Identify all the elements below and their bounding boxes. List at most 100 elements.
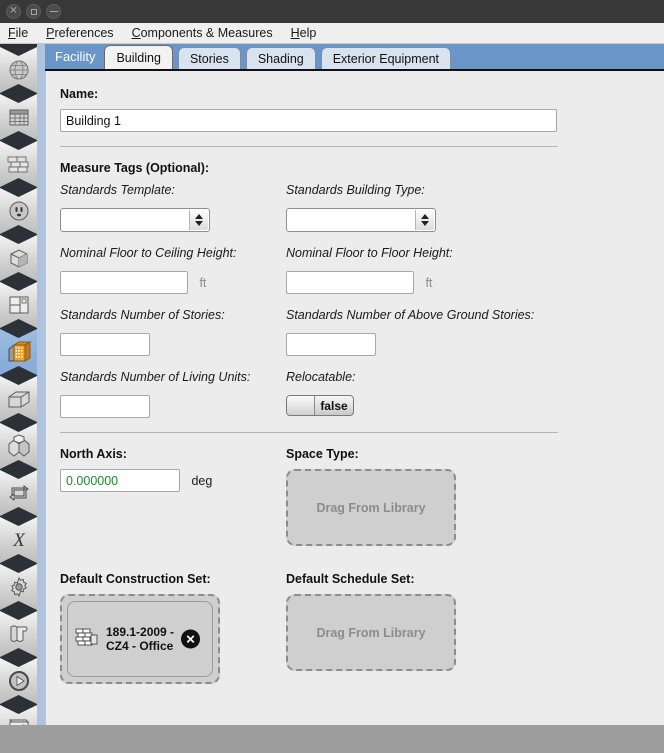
sidebar-item-thermal-zones[interactable] [0, 423, 37, 469]
svg-text:X: X [12, 530, 26, 551]
row-height-inputs: ft ft [60, 271, 664, 294]
standards-building-type-select[interactable] [286, 208, 436, 232]
minimize-window-button[interactable] [46, 4, 61, 19]
sidebar-item-results-summary[interactable] [0, 705, 37, 725]
row-standards-combos [60, 208, 664, 232]
sidebar-item-site[interactable] [0, 47, 37, 93]
sidebar-item-space-types[interactable] [0, 235, 37, 281]
tab-group-label: Facility [55, 49, 96, 64]
menu-help-label: elp [299, 26, 317, 40]
cube-group-icon [6, 434, 32, 458]
maximize-icon [30, 8, 37, 15]
construction-set-card-name: 189.1-2009 - CZ4 - Office [106, 625, 175, 653]
title-bar: ✕ [0, 0, 664, 23]
num-living-units-input[interactable] [60, 395, 150, 418]
row-stories-labels: Standards Number of Stories: Standards N… [60, 308, 664, 322]
menu-preferences[interactable]: Preferences [46, 24, 122, 42]
sidebar-item-variables[interactable]: X [0, 517, 37, 563]
floor-to-floor-input[interactable] [286, 271, 414, 294]
cube-split-icon [7, 246, 31, 270]
play-icon [7, 669, 31, 693]
relocatable-toggle[interactable]: false [286, 395, 354, 416]
minimize-icon [49, 10, 58, 13]
relocatable-label: Relocatable: [286, 370, 356, 384]
maximize-window-button[interactable] [26, 4, 41, 19]
north-axis-label: North Axis: [60, 447, 127, 461]
tab-building[interactable]: Building [104, 45, 173, 69]
sidebar-item-geometry[interactable] [0, 282, 37, 328]
measure-tags-label: Measure Tags (Optional): [60, 161, 210, 175]
sidebar-item-facility[interactable] [0, 329, 37, 375]
rail-accent-strip [37, 44, 45, 725]
construction-set-card[interactable]: 189.1-2009 - CZ4 - Office ✕ [67, 601, 213, 677]
menu-preferences-mnemonic: P [46, 26, 55, 40]
sidebar-item-loads[interactable] [0, 188, 37, 234]
x-variable-icon: X [7, 528, 31, 552]
standards-template-select[interactable] [60, 208, 210, 232]
row-height-labels: Nominal Floor to Ceiling Height: Nominal… [60, 246, 664, 260]
space-type-placeholder: Drag From Library [316, 500, 426, 515]
loop-arrows-icon [7, 481, 31, 505]
sidebar-item-hvac-systems[interactable] [0, 470, 37, 516]
chevron-up-icon [421, 214, 429, 219]
sidebar-item-run-simulation[interactable] [0, 658, 37, 704]
row-north-space-labels: North Axis: Space Type: [60, 447, 664, 469]
globe-icon [7, 58, 31, 82]
menu-components-mnemonic: C [131, 26, 141, 40]
floor-to-ceiling-input[interactable] [60, 271, 188, 294]
brick-wall-icon [74, 626, 100, 653]
num-above-ground-stories-input[interactable] [286, 333, 376, 356]
name-input[interactable] [60, 109, 557, 132]
row-north-space-fields: deg Drag From Library [60, 469, 664, 546]
box-icon [6, 388, 32, 410]
toggle-knob [287, 396, 315, 415]
sidebar-item-schedules[interactable] [0, 94, 37, 140]
north-axis-unit: deg [191, 473, 213, 488]
sidebar-item-constructions[interactable] [0, 141, 37, 187]
menu-file-label: ile [15, 26, 29, 40]
navigation-rail: X [0, 44, 37, 725]
menu-help-mnemonic: H [290, 26, 300, 40]
chevron-up-icon [195, 214, 203, 219]
num-above-ground-stories-label: Standards Number of Above Ground Stories… [286, 308, 535, 322]
sidebar-item-spaces[interactable] [0, 376, 37, 422]
name-label: Name: [60, 87, 99, 101]
relocatable-value: false [320, 398, 348, 413]
menu-bar: File Preferences Components & Measures H… [0, 23, 664, 44]
row-set-dropzones: 189.1-2009 - CZ4 - Office ✕ Drag From Li… [60, 594, 664, 684]
standards-building-type-label: Standards Building Type: [286, 183, 425, 197]
chevron-down-icon [195, 221, 203, 226]
num-stories-input[interactable] [60, 333, 150, 356]
remove-construction-set-button[interactable]: ✕ [181, 629, 200, 649]
calendar-icon [7, 105, 31, 129]
default-construction-set-label: Default Construction Set: [60, 572, 211, 586]
tab-strip: Facility Building Stories Shading Exteri… [45, 44, 664, 71]
close-icon: ✕ [9, 5, 18, 16]
menu-file[interactable]: File [8, 24, 37, 42]
brick-wall-icon [6, 153, 32, 175]
scroll-icon [6, 623, 32, 645]
north-axis-input[interactable] [60, 469, 180, 492]
sidebar-item-measures[interactable] [0, 611, 37, 657]
default-construction-set-dropzone[interactable]: 189.1-2009 - CZ4 - Office ✕ [60, 594, 220, 684]
space-type-label: Space Type: [286, 447, 359, 461]
spinner-arrows-icon[interactable] [189, 210, 208, 230]
space-type-dropzone[interactable]: Drag From Library [286, 469, 456, 546]
schedule-set-placeholder: Drag From Library [316, 625, 426, 640]
divider-before-north-axis [60, 432, 558, 433]
tab-shading[interactable]: Shading [245, 47, 316, 69]
default-schedule-set-dropzone[interactable]: Drag From Library [286, 594, 456, 671]
menu-help[interactable]: Help [291, 24, 326, 42]
tab-stories[interactable]: Stories [177, 47, 241, 69]
tab-exterior-equipment[interactable]: Exterior Equipment [320, 47, 452, 69]
close-window-button[interactable]: ✕ [6, 4, 21, 19]
row-stories-inputs [60, 333, 664, 356]
sidebar-item-simulation-settings[interactable] [0, 564, 37, 610]
menu-components-measures[interactable]: Components & Measures [132, 24, 282, 42]
floor-to-ceiling-label: Nominal Floor to Ceiling Height: [60, 246, 237, 260]
application-window: ✕ File Preferences Components & Measures… [0, 0, 664, 725]
row-living-units-inputs: false [60, 395, 664, 418]
spinner-arrows-icon[interactable] [415, 210, 434, 230]
floor-to-floor-unit: ft [425, 275, 433, 290]
gear-icon [7, 575, 31, 599]
